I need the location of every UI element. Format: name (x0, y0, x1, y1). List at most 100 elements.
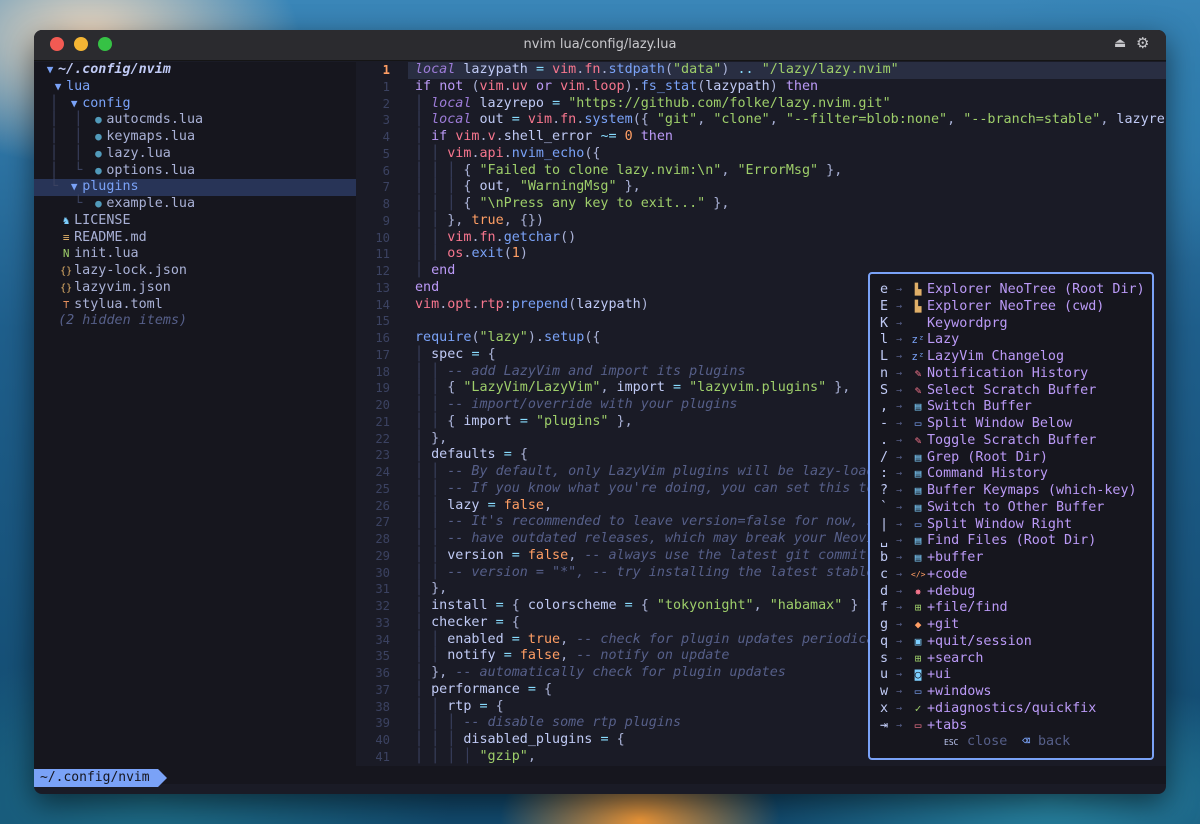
back-hint[interactable]: back (1038, 734, 1070, 750)
tree-item-label: plugins (82, 179, 139, 195)
which-key-key: S (880, 382, 889, 398)
code-line[interactable]: │ │ vim.fn.getchar() (408, 230, 1166, 247)
which-key-item[interactable]: - → ▭ Split Window Below (870, 416, 1152, 433)
code-token: { (544, 681, 553, 697)
code-line[interactable]: │ │ os.exit(1) (408, 246, 1166, 263)
which-key-item[interactable]: e → ▙ Explorer NeoTree (Root Dir) (870, 282, 1152, 299)
which-key-item[interactable]: S → ✎ Select Scratch Buffer (870, 383, 1152, 400)
which-key-key: : (880, 466, 889, 482)
code-token: version (447, 547, 512, 563)
which-key-item[interactable]: / → ▤ Grep (Root Dir) (870, 450, 1152, 467)
which-key-key: b (880, 550, 889, 565)
tree-item[interactable]: {} lazy-lock.json (34, 263, 356, 280)
code-token: -- If you know what you're doing, you ca… (447, 480, 875, 496)
tree-item[interactable]: Ninit.lua (34, 246, 356, 263)
tree-item[interactable]: │ └ ● options.lua (34, 163, 356, 180)
esc-key-label: ESC (944, 738, 959, 747)
arrow-icon: → (896, 635, 903, 647)
arrow-icon: → (896, 434, 903, 446)
code-line[interactable]: │ │ }, true, {}) (408, 213, 1166, 230)
tree-item[interactable]: │ │ ● autocmds.lua (34, 112, 356, 129)
tree-indent-guide (42, 280, 58, 295)
which-key-item[interactable]: L → zᶻ LazyVim Changelog (870, 349, 1152, 366)
which-key-item[interactable]: u → ◙ +ui (870, 667, 1152, 684)
code-line[interactable]: │ │ │ { "Failed to clone lazy.nvim:\n", … (408, 163, 1166, 180)
code-token: "plugins" (535, 413, 609, 429)
tree-indent-guide (42, 230, 58, 245)
which-key-item[interactable]: n → ✎ Notification History (870, 366, 1152, 383)
code-line[interactable]: │ local lazyrepo = "https://github.com/f… (408, 96, 1166, 113)
which-key-item[interactable]: K → Keywordprg (870, 316, 1152, 333)
tree-indent-guide (42, 246, 58, 261)
code-line[interactable]: │ local out = vim.fn.system({ "git", "cl… (408, 112, 1166, 129)
which-key-item[interactable]: , → ▤ Switch Buffer (870, 399, 1152, 416)
which-key-item[interactable]: ␣ → ▤ Find Files (Root Dir) (870, 533, 1152, 550)
which-key-item[interactable]: g → ◆ +git (870, 617, 1152, 634)
code-token: ) (769, 78, 778, 94)
arrow-icon: → (896, 602, 903, 614)
tree-item[interactable]: ▼ lua (34, 79, 356, 96)
which-key-footer: ESC close ⌫ back (870, 734, 1152, 750)
which-key-item[interactable]: f → ⊞ +file/find (870, 600, 1152, 617)
arrow-icon: → (896, 719, 903, 731)
code-line[interactable]: local lazypath = vim.fn.stdpath("data") … (408, 62, 1166, 79)
line-number: 1 (382, 63, 390, 77)
code-token: "Failed to clone lazy.nvim:\n" (479, 162, 722, 178)
code-token: { (511, 598, 520, 613)
which-key-item[interactable]: b → ▤ +buffer (870, 550, 1152, 567)
file-explorer-neotree[interactable]: ▼ ~/.config/nvim ▼ lua │ ▼ config │ │ ● auto… (34, 62, 356, 766)
code-line[interactable]: │ if vim.v.shell_error ~= 0 then (408, 129, 1166, 146)
which-key-item[interactable]: ⇥ → ▭ +tabs (870, 718, 1152, 735)
tree-item[interactable]: │ ▼ config (34, 96, 356, 113)
indent-guide: │ │ (415, 380, 448, 396)
eject-icon[interactable]: ⏏ (1114, 36, 1126, 51)
tree-item[interactable]: │ │ ● lazy.lua (34, 146, 356, 163)
line-number: 23 (375, 448, 390, 463)
code-line[interactable]: │ │ │ { "\nPress any key to exit..." }, (408, 196, 1166, 213)
code-line[interactable]: │ │ vim.api.nvim_echo({ (408, 146, 1166, 163)
code-token: then (640, 129, 673, 144)
close-hint[interactable]: close (967, 734, 1007, 750)
line-number: 29 (375, 548, 390, 563)
code-token: vim (527, 112, 553, 128)
which-key-item[interactable]: l → zᶻ Lazy (870, 332, 1152, 349)
code-line[interactable]: if not (vim.uv or vim.loop).fs_stat(lazy… (408, 79, 1166, 96)
which-key-item[interactable]: x → ✓ +diagnostics/quickfix (870, 701, 1152, 718)
code-token: opt (447, 296, 472, 312)
which-key-item[interactable]: E → ▙ Explorer NeoTree (cwd) (870, 299, 1152, 316)
gear-icon[interactable]: ⚙ (1136, 34, 1149, 52)
tree-item[interactable]: ⊤ stylua.toml (34, 297, 356, 314)
tree-item[interactable]: ≡ README.md (34, 230, 356, 247)
tree-item[interactable]: {} lazyvim.json (34, 280, 356, 297)
code-token: , (600, 380, 609, 396)
code-token: -- have outdated releases, which may bre… (447, 531, 875, 546)
which-key-item[interactable]: w → ▭ +windows (870, 684, 1152, 701)
tree-item[interactable]: (2 hidden items) (34, 313, 356, 330)
which-key-item[interactable]: c → </> +code (870, 567, 1152, 584)
which-key-item[interactable]: q → ▣ +quit/session (870, 634, 1152, 651)
tree-item-label: README.md (74, 229, 147, 245)
which-key-popup[interactable]: ESC close ⌫ back e → ▙ Explorer NeoTree (Ro… (868, 272, 1154, 760)
indent-guide: │ │ (415, 464, 448, 479)
code-line[interactable]: │ │ │ { out, "WarningMsg" }, (408, 179, 1166, 196)
code-token: -- always use the latest git commit (584, 547, 867, 563)
tree-item[interactable]: ♞ LICENSE (34, 213, 356, 230)
tree-item[interactable]: └ ● example.lua (34, 196, 356, 213)
which-key-item[interactable]: . → ✎ Toggle Scratch Buffer (870, 433, 1152, 450)
which-key-item[interactable]: | → ▭ Split Window Right (870, 517, 1152, 534)
tree-item[interactable]: └ ▼ plugins (34, 179, 356, 196)
tree-item[interactable]: │ │ ● keymaps.lua (34, 129, 356, 146)
which-key-item[interactable]: d → ✸ +debug (870, 584, 1152, 601)
arrow-icon: → (896, 334, 903, 346)
line-number: 35 (375, 649, 390, 664)
which-key-key: ␣ (880, 533, 889, 549)
which-key-item[interactable]: s → ⊞ +search (870, 651, 1152, 668)
which-key-item[interactable]: ` → ▤ Switch to Other Buffer (870, 500, 1152, 517)
which-key-item[interactable]: ? → ▤ Buffer Keymaps (which-key) (870, 483, 1152, 500)
which-key-item[interactable]: : → ▤ Command History (870, 466, 1152, 483)
indent-guide: │ │ (415, 497, 448, 513)
tree-item[interactable]: ▼ ~/.config/nvim (34, 62, 356, 79)
